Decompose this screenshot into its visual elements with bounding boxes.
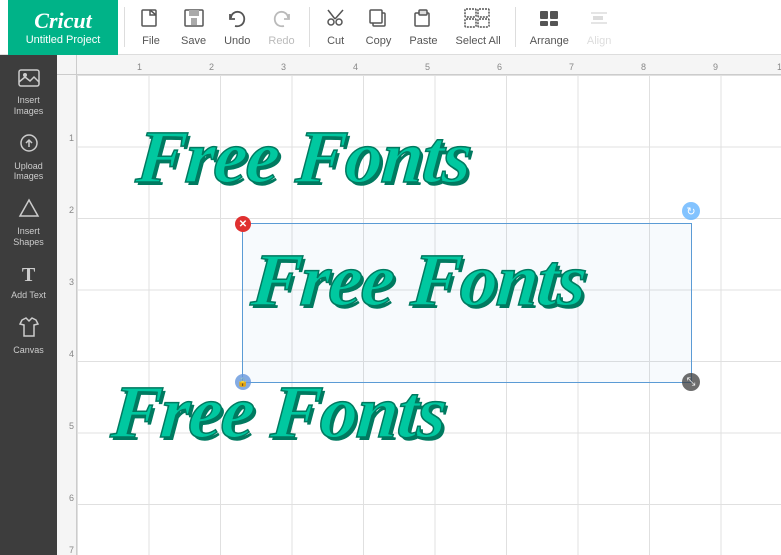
redo-label: Redo [268,35,294,47]
canvas-icon [18,317,40,342]
undo-label: Undo [224,35,250,47]
insert-images-label: Insert Images [7,95,51,117]
rotate-handle[interactable]: ↻ [682,202,700,220]
select-all-label: Select All [456,35,501,47]
save-label: Save [181,35,206,47]
upload-images-icon [18,133,40,158]
cut-label: Cut [327,35,344,47]
arrange-icon [538,8,560,33]
cut-icon [325,8,347,33]
insert-images-icon [18,69,40,92]
ruler-corner [57,55,77,75]
separator-1 [124,7,125,47]
canvas-grid[interactable]: Free Fonts ✕ ↻ 🔒 ⤡ Free Fonts Free Fonts [77,75,781,555]
separator-2 [309,7,310,47]
redo-button[interactable]: Redo [260,4,302,51]
canvas-text-element-3[interactable]: Free Fonts [108,370,449,456]
canvas-area: 1 2 3 4 5 6 7 8 9 10 1 2 3 4 5 6 7 Free … [57,55,781,555]
delete-handle[interactable]: ✕ [235,216,251,232]
file-label: File [142,35,160,47]
redo-icon [271,8,293,33]
align-icon [588,8,610,33]
select-all-icon [464,8,492,33]
paste-icon [412,8,434,33]
insert-shapes-icon [18,198,40,223]
sidebar-item-upload-images[interactable]: Upload Images [3,127,55,189]
logo-area: Cricut Untitled Project [8,0,118,55]
undo-button[interactable]: Undo [216,4,258,51]
arrange-label: Arrange [530,35,569,47]
copy-icon [368,8,390,33]
insert-shapes-label: Insert Shapes [7,226,51,248]
cut-button[interactable]: Cut [316,4,356,51]
file-icon [140,8,162,33]
add-text-icon: T [22,264,35,287]
save-button[interactable]: Save [173,4,214,51]
sidebar-item-insert-images[interactable]: Insert Images [3,63,55,123]
project-name-label[interactable]: Untitled Project [26,34,101,46]
sidebar-item-add-text[interactable]: T Add Text [3,258,55,307]
arrange-button[interactable]: Arrange [522,4,577,51]
add-text-label: Add Text [11,290,46,301]
main-toolbar: Cricut Untitled Project File Save Undo R… [0,0,781,55]
undo-icon [226,8,248,33]
canvas-label: Canvas [13,345,44,356]
save-icon [183,8,205,33]
scale-handle[interactable]: ⤡ [682,373,700,391]
select-all-button[interactable]: Select All [448,4,509,51]
canvas-text-element-2[interactable]: Free Fonts [248,238,589,324]
align-button[interactable]: Align [579,4,619,51]
ruler-horizontal: 1 2 3 4 5 6 7 8 9 10 [77,55,781,75]
copy-label: Copy [366,35,392,47]
cricut-logo-icon: Cricut [34,8,91,34]
sidebar-item-insert-shapes[interactable]: Insert Shapes [3,192,55,254]
file-menu-button[interactable]: File [131,4,171,51]
align-label: Align [587,35,611,47]
sidebar-item-canvas[interactable]: Canvas [3,311,55,362]
upload-images-label: Upload Images [7,161,51,183]
paste-button[interactable]: Paste [401,4,445,51]
left-sidebar: Insert Images Upload Images Insert Shape… [0,55,57,555]
ruler-vertical: 1 2 3 4 5 6 7 [57,75,77,555]
separator-3 [515,7,516,47]
copy-button[interactable]: Copy [358,4,400,51]
canvas-text-element-1[interactable]: Free Fonts [133,115,474,201]
paste-label: Paste [409,35,437,47]
